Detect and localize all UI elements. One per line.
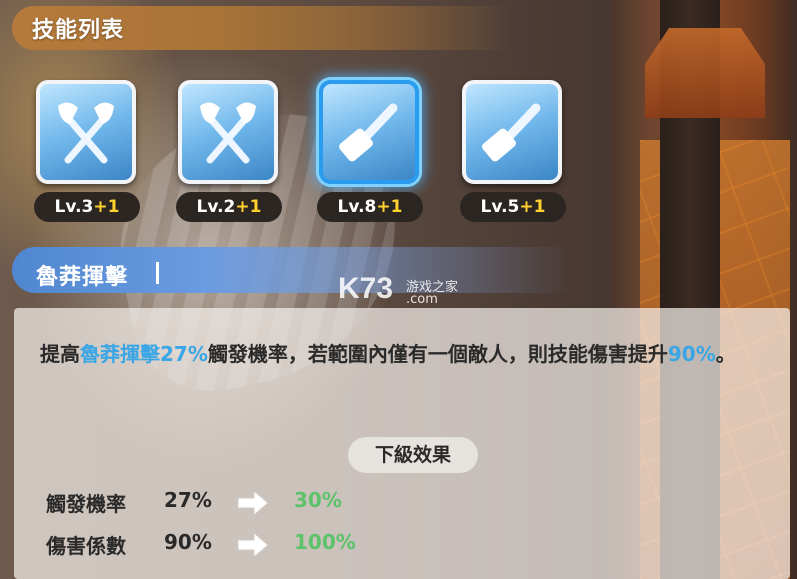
crossed-axes-icon[interactable] (178, 80, 278, 184)
description-text: 提高 (40, 342, 80, 366)
arrow-right-icon (236, 531, 270, 564)
stat-row: 傷害係數 90% 100% (46, 530, 466, 560)
stat-current-value: 90% (164, 530, 212, 554)
stat-label: 傷害係數 (46, 534, 126, 558)
stat-next-value: 30% (294, 488, 342, 512)
skill-slot-2[interactable]: Lv.2+1 (176, 80, 284, 222)
skill-level-text: Lv.8 (337, 197, 377, 217)
skill-slot-4[interactable]: Lv.5+1 (460, 80, 568, 222)
hammer-icon[interactable] (462, 80, 562, 184)
stat-current-value: 27% (164, 488, 212, 512)
skill-level-text: Lv.3 (54, 197, 94, 217)
skill-level-bonus: +1 (93, 197, 120, 217)
pillar-cap-decoration (645, 28, 765, 118)
skill-level-text: Lv.5 (480, 197, 520, 217)
skill-level-badge: Lv.3+1 (34, 192, 140, 222)
hammer-icon[interactable] (319, 80, 419, 184)
stat-next-value: 100% (294, 530, 356, 554)
skill-slot-1[interactable]: Lv.3+1 (34, 80, 142, 222)
stat-label: 觸發機率 (46, 492, 126, 516)
description-text: 。 (715, 342, 736, 366)
skill-level-badge: Lv.8+1 (317, 192, 423, 222)
skill-name-divider (156, 262, 159, 284)
skill-slot-3[interactable]: Lv.8+1 (317, 80, 425, 222)
skill-name: 魯莽揮擊 (36, 265, 129, 290)
description-text: 觸發機率，若範圍內僅有一個敵人，則技能傷害提升 (207, 342, 668, 366)
description-highlight: 魯莽揮擊27% (80, 342, 208, 366)
description-highlight: 90% (667, 342, 716, 366)
skill-list-title: 技能列表 (32, 18, 125, 43)
stat-row: 觸發機率 27% 30% (46, 488, 466, 518)
skill-level-badge: Lv.5+1 (460, 192, 566, 222)
crossed-axes-icon[interactable] (36, 80, 136, 184)
arrow-right-icon (236, 489, 270, 522)
watermark-domain: .com (406, 292, 438, 307)
skill-level-bonus: +1 (376, 197, 403, 217)
skill-description: 提高魯莽揮擊27%觸發機率，若範圍內僅有一個敵人，則技能傷害提升90%。 (40, 336, 780, 372)
skill-level-bonus: +1 (235, 197, 262, 217)
next-level-effect-tab: 下級效果 (348, 437, 478, 473)
skill-level-text: Lv.2 (196, 197, 236, 217)
skill-level-bonus: +1 (519, 197, 546, 217)
skill-level-badge: Lv.2+1 (176, 192, 282, 222)
